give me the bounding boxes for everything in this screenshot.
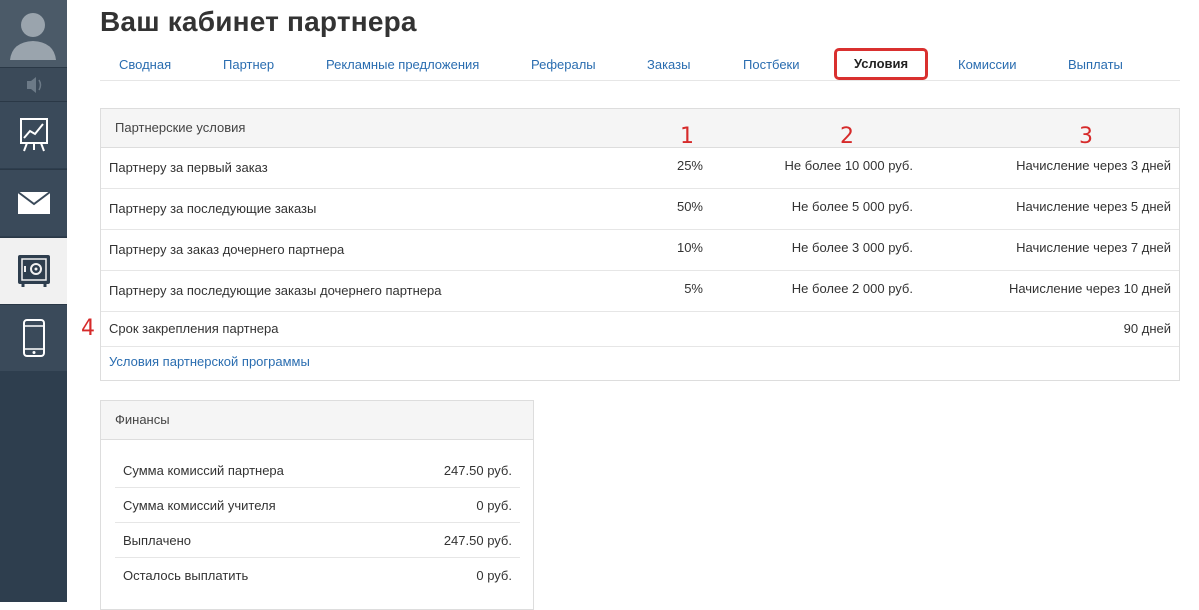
tab-orders[interactable]: Заказы (647, 48, 690, 81)
tab-partner[interactable]: Партнер (223, 48, 274, 81)
conditions-heading: Партнерские условия (101, 109, 1179, 148)
condition-name: Партнеру за заказ дочернего партнера (109, 242, 345, 257)
table-row: Партнеру за последующие заказы дочернего… (101, 271, 1179, 312)
condition-accrual: Начисление через 5 дней (1016, 199, 1171, 214)
finance-value: 247.50 руб. (443, 533, 512, 548)
program-terms-link[interactable]: Условия партнерской программы (109, 354, 310, 369)
condition-percent: 5% (684, 281, 703, 296)
finance-value: 0 руб. (476, 498, 512, 513)
sidebar-item-messages[interactable] (0, 169, 67, 236)
condition-limit: Не более 3 000 руб. (791, 240, 913, 255)
sidebar-item-finance[interactable] (0, 237, 67, 304)
finance-heading: Финансы (101, 401, 533, 440)
sidebar-item-stats[interactable] (0, 101, 67, 168)
condition-name: Партнеру за последующие заказы дочернего… (109, 283, 442, 298)
chart-board-icon (19, 118, 48, 152)
phone-icon (22, 319, 45, 357)
tab-payouts[interactable]: Выплаты (1068, 48, 1123, 81)
table-row: Партнеру за первый заказ 25% Не более 10… (101, 148, 1179, 189)
page-title: Ваш кабинет партнера (100, 6, 417, 37)
condition-accrual: Начисление через 7 дней (1016, 240, 1171, 255)
finance-value: 247.50 руб. (443, 463, 512, 478)
annotation-2: 2 (840, 124, 854, 149)
condition-name: Партнеру за первый заказ (109, 160, 268, 175)
condition-limit: Не более 5 000 руб. (791, 199, 913, 214)
tab-referrals[interactable]: Рефералы (531, 48, 596, 81)
table-row: Срок закрепления партнера 90 дней (101, 312, 1179, 347)
safe-icon (17, 255, 50, 287)
table-row: Партнеру за последующие заказы 50% Не бо… (101, 189, 1179, 230)
finance-label: Сумма комиссий партнера (123, 463, 284, 478)
tab-postbacks[interactable]: Постбеки (743, 48, 800, 81)
annotation-4: 4 (81, 316, 95, 341)
condition-limit: Не более 2 000 руб. (791, 281, 913, 296)
sidebar-item-mobile[interactable] (0, 304, 67, 371)
finance-label: Сумма комиссий учителя (123, 498, 276, 513)
annotation-1: 1 (680, 124, 694, 149)
condition-limit: Не более 10 000 руб. (784, 158, 913, 173)
mail-icon (16, 191, 51, 214)
condition-name: Срок закрепления партнера (109, 321, 279, 336)
tab-summary[interactable]: Сводная (119, 48, 171, 81)
finance-label: Выплачено (123, 533, 191, 548)
condition-name: Партнеру за последующие заказы (109, 201, 317, 216)
speaker-icon (27, 77, 42, 93)
conditions-panel: Партнерские условия Партнеру за первый з… (100, 108, 1180, 381)
sidebar-avatar[interactable] (0, 0, 67, 67)
sidebar (0, 0, 67, 602)
tab-bar: Сводная Партнер Рекламные предложения Ре… (100, 48, 1180, 81)
list-item: Осталось выплатить 0 руб. (115, 558, 520, 593)
finance-label: Осталось выплатить (123, 568, 249, 583)
finance-panel: Финансы Сумма комиссий партнера 247.50 р… (100, 400, 534, 610)
condition-accrual: Начисление через 3 дней (1016, 158, 1171, 173)
list-item: Выплачено 247.50 руб. (115, 523, 520, 558)
finance-value: 0 руб. (476, 568, 512, 583)
table-row: Партнеру за заказ дочернего партнера 10%… (101, 230, 1179, 271)
user-avatar-icon (10, 13, 56, 60)
sidebar-sound[interactable] (0, 67, 67, 101)
tab-commissions[interactable]: Комиссии (958, 48, 1017, 81)
condition-accrual: Начисление через 10 дней (1008, 281, 1171, 296)
condition-percent: 50% (676, 199, 703, 214)
annotation-3: 3 (1079, 124, 1093, 149)
list-item: Сумма комиссий учителя 0 руб. (115, 488, 520, 523)
tab-conditions[interactable]: Условия (834, 48, 929, 80)
tab-offers[interactable]: Рекламные предложения (326, 48, 479, 81)
condition-accrual: 90 дней (1123, 321, 1171, 336)
condition-percent: 10% (676, 240, 703, 255)
condition-percent: 25% (676, 158, 703, 173)
list-item: Сумма комиссий партнера 247.50 руб. (115, 453, 520, 488)
